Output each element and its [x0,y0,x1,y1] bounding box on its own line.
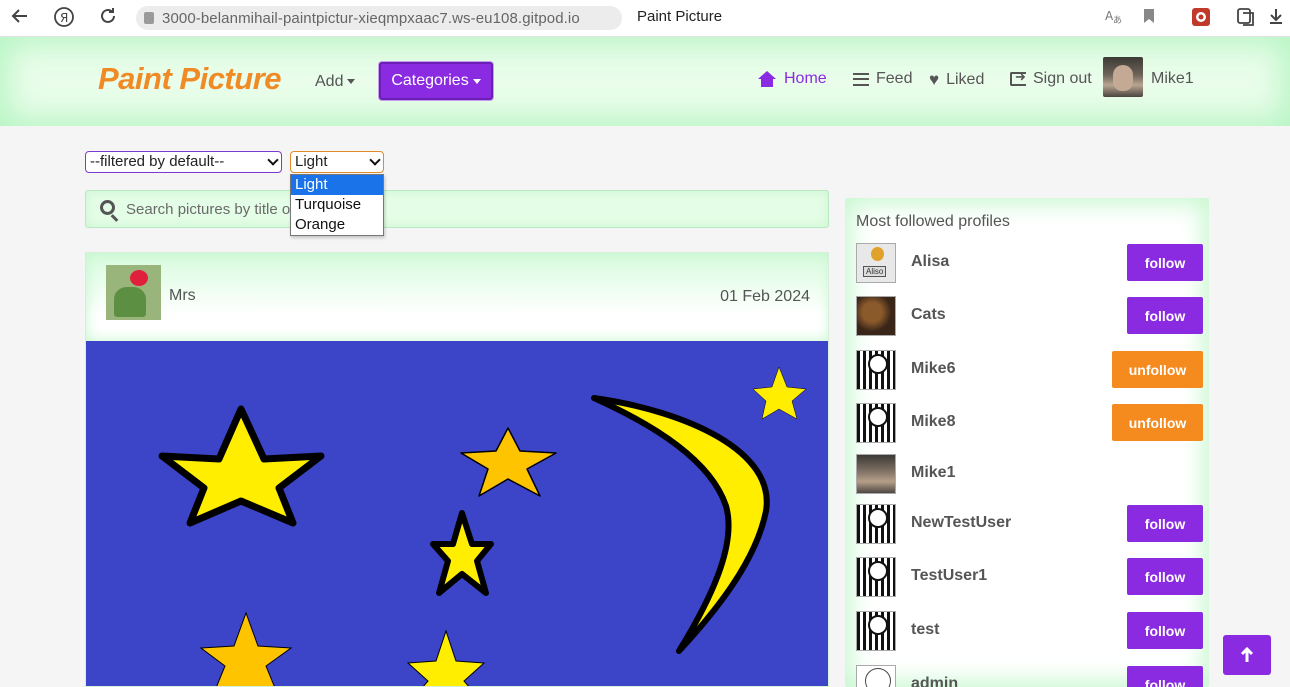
follow-button[interactable]: follow [1127,297,1203,334]
search-input[interactable]: Search pictures by title o [126,201,290,218]
post-date: 01 Feb 2024 [720,288,810,305]
profile-name[interactable]: TestUser1 [911,567,987,585]
unfollow-button[interactable]: unfollow [1112,351,1203,388]
signout-label: Sign out [1033,70,1092,87]
follow-button[interactable]: follow [1127,558,1203,595]
theme-option-orange[interactable]: Orange [291,215,383,235]
bookmark-icon[interactable] [1137,6,1161,30]
follow-button[interactable]: follow [1127,666,1203,687]
caret-down-icon [347,79,356,85]
filter-select-value: --filtered by default-- [90,153,225,170]
profile-name[interactable]: test [911,621,939,639]
scroll-top-button[interactable] [1223,635,1271,675]
collections-icon[interactable] [1234,6,1258,30]
follow-button[interactable]: follow [1127,244,1203,281]
profile-name[interactable]: Cats [911,306,946,324]
home-icon [757,71,777,87]
svg-text:あ: あ [1113,15,1122,26]
theme-dropdown-list: Light Turquoise Orange [290,174,384,236]
profile-avatar[interactable] [856,350,896,390]
user-avatar[interactable] [1103,57,1143,97]
profile-avatar[interactable] [856,665,896,687]
profile-avatar[interactable] [856,611,896,651]
liked-label: Liked [946,71,985,88]
profile-avatar[interactable] [856,454,896,494]
follow-button[interactable]: follow [1127,612,1203,649]
arrow-up-icon [1240,646,1254,662]
most-followed-title: Most followed profiles [856,213,1010,230]
extension-icon[interactable] [1189,6,1213,30]
profile-name[interactable]: NewTestUser [911,514,1011,532]
post-card: Mrs 01 Feb 2024 [85,252,829,687]
caret-down-icon [472,78,481,84]
profile-row: admin follow [856,665,1203,687]
profile-avatar[interactable] [856,504,896,544]
feed-label: Feed [876,70,913,87]
profile-name[interactable]: Alisa [911,253,949,271]
profile-avatar[interactable] [856,403,896,443]
theme-option-light[interactable]: Light [291,175,383,195]
add-label: Add [315,73,344,90]
profile-name[interactable]: Mike8 [911,413,955,431]
url-text: 3000-belanmihail-paintpictur-xieqmpxaac7… [162,9,580,27]
translate-icon[interactable]: Aあ [1101,6,1125,30]
theme-option-turquoise[interactable]: Turquoise [291,195,383,215]
address-bar[interactable]: 3000-belanmihail-paintpictur-xieqmpxaac7… [136,6,622,30]
home-label: Home [784,70,827,87]
heart-icon: ♥ [929,70,940,89]
profile-row: Alisa follow [856,243,1203,283]
chevron-down-icon [369,154,381,166]
browser-toolbar: Я 3000-belanmihail-paintpictur-xieqmpxaa… [0,0,1290,37]
profile-avatar[interactable] [856,557,896,597]
profile-row: Mike6 unfollow [856,350,1203,390]
post-author-name[interactable]: Mrs [169,287,196,305]
profile-row: TestUser1 follow [856,557,1203,597]
nav-username[interactable]: Mike1 [1151,70,1194,88]
unfollow-button[interactable]: unfollow [1112,404,1203,441]
chevron-down-icon [267,154,279,166]
nav-home-link[interactable]: Home [757,70,827,88]
site-navbar: Paint Picture Add Categories Home Feed ♥… [0,37,1290,126]
theme-select-value: Light [295,153,328,170]
theme-select[interactable]: Light [290,151,384,173]
profile-row: Mike8 unfollow [856,403,1203,443]
yandex-logo-icon[interactable]: Я [52,6,76,30]
sign-out-icon [1010,69,1026,86]
categories-label: Categories [391,72,469,89]
categories-button[interactable]: Categories [379,62,493,100]
profile-row: Cats follow [856,296,1203,336]
profile-avatar[interactable] [856,296,896,336]
brand-logo[interactable]: Paint Picture [98,61,282,97]
profile-row: NewTestUser follow [856,504,1203,544]
post-image[interactable] [86,341,829,687]
search-bar[interactable]: Search pictures by title o [85,190,829,228]
profile-row: test follow [856,611,1203,651]
back-arrow-icon[interactable] [8,6,32,30]
add-dropdown[interactable]: Add [315,73,356,91]
follow-button[interactable]: follow [1127,505,1203,542]
filter-select[interactable]: --filtered by default-- [85,151,282,173]
nav-feed-link[interactable]: Feed [853,70,912,88]
profile-name[interactable]: Mike6 [911,360,955,378]
feed-icon [853,72,869,86]
post-author-avatar[interactable] [106,265,161,320]
tab-title: Paint Picture [637,8,723,25]
search-icon [100,200,115,215]
profile-name[interactable]: Mike1 [911,464,955,482]
most-followed-panel: Most followed profiles Alisa follow Cats… [845,198,1209,687]
download-icon[interactable] [1264,6,1288,30]
post-header: Mrs 01 Feb 2024 [86,253,828,341]
profile-row: Mike1 [856,454,1196,494]
profile-avatar[interactable] [856,243,896,283]
reload-icon[interactable] [96,6,120,30]
profile-name[interactable]: admin [911,675,958,687]
nav-signout-link[interactable]: Sign out [1010,69,1092,88]
lock-icon [144,12,154,24]
svg-text:Я: Я [60,11,68,25]
nav-liked-link[interactable]: ♥ Liked [929,70,984,90]
